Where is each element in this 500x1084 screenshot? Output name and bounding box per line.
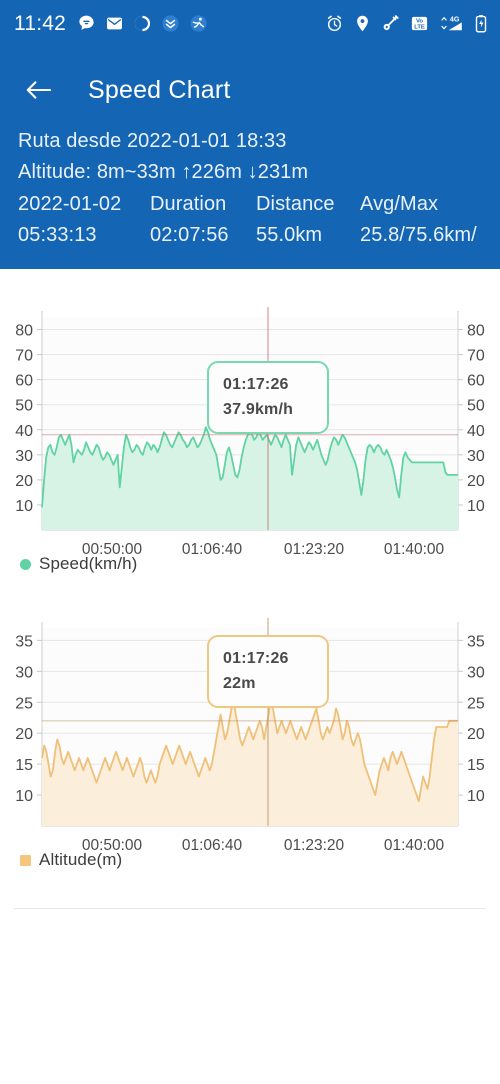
y-tick-label-right: 20 [467, 473, 485, 490]
y-tick-label-right: 10 [467, 788, 485, 805]
bottom-divider [14, 908, 486, 909]
stats-header-date: 2022-01-02 [18, 189, 150, 220]
altitude-tooltip-value: 22m [223, 671, 313, 696]
y-tick-label-left: 80 [15, 323, 33, 340]
app-bar-top-row: Speed Chart [0, 62, 500, 118]
altitude-legend-marker-icon [20, 855, 31, 866]
back-button[interactable] [22, 73, 56, 107]
x-tick-label: 01:06:40 [182, 541, 243, 557]
accessibility-icon [189, 14, 208, 33]
y-tick-label-left: 70 [15, 348, 33, 365]
stats-value-distance: 55.0km [256, 220, 360, 251]
speed-tooltip-time: 01:17:26 [223, 372, 313, 397]
contrast-circle-icon [133, 14, 152, 33]
x-tick-label: 00:50:00 [82, 541, 143, 557]
battery-charging-icon [474, 14, 488, 33]
speed-chart-block: 10 10 20 20 30 30 40 40 50 50 60 60 70 70 80 80 00:50:00… [0, 297, 500, 574]
stats-table: 2022-01-02 Duration Distance Avg/Max 05:… [18, 189, 482, 251]
y-tick-label-left: 30 [15, 664, 33, 681]
x-tick-label: 01:23:20 [284, 837, 345, 853]
stats-value-time: 05:33:13 [18, 220, 150, 251]
x-tick-label: 00:50:00 [82, 837, 143, 853]
y-tick-label-left: 50 [15, 398, 33, 415]
y-tick-label-right: 40 [467, 423, 485, 440]
y-tick-label-left: 30 [15, 448, 33, 465]
stats-header-distance: Distance [256, 189, 360, 220]
key-icon [381, 14, 401, 33]
y-tick-label-left: 25 [15, 695, 33, 712]
route-date-line: Ruta desde 2022-01-01 18:33 [18, 126, 482, 157]
y-tick-label-left: 20 [15, 726, 33, 743]
altitude-chart[interactable]: 10 10 15 15 20 20 25 25 30 30 35 35 00:50:00 01:06:40… [14, 608, 486, 853]
email-icon [105, 14, 124, 33]
charts-content: 10 10 20 20 30 30 40 40 50 50 60 60 70 70 80 80 00:50:00… [0, 269, 500, 909]
signal-4g-icon: 4G [438, 14, 465, 33]
x-tick-label: 01:06:40 [182, 837, 243, 853]
speed-legend-label: Speed(km/h) [39, 554, 137, 574]
location-pin-icon [353, 14, 372, 33]
altitude-tooltip: 01:17:26 22m [207, 635, 329, 708]
speed-tooltip: 01:17:26 37.9km/h [207, 361, 329, 434]
status-left-icons [77, 14, 208, 33]
y-tick-label-left: 15 [15, 757, 33, 774]
x-tick-label: 01:23:20 [284, 541, 345, 557]
y-tick-label-right: 10 [467, 498, 485, 515]
y-tick-label-right: 35 [467, 633, 485, 650]
stats-value-avgmax: 25.8/75.6km/ [360, 220, 482, 251]
speed-legend[interactable]: Speed(km/h) [0, 554, 500, 574]
altitude-summary-line: Altitude: 8m~33m ↑226m ↓231m [18, 157, 482, 188]
altitude-tooltip-time: 01:17:26 [223, 646, 313, 671]
top-spacer [0, 269, 500, 297]
altitude-legend[interactable]: Altitude(m) [0, 850, 500, 870]
alarm-clock-icon [325, 14, 344, 33]
y-tick-label-right: 70 [467, 348, 485, 365]
speed-chart[interactable]: 10 10 20 20 30 30 40 40 50 50 60 60 70 70 80 80 00:50:00… [14, 297, 486, 557]
speed-tooltip-value: 37.9km/h [223, 397, 313, 422]
svg-text:4G: 4G [450, 15, 460, 23]
arrow-left-icon [25, 78, 53, 102]
speed-legend-marker-icon [20, 559, 31, 570]
y-tick-label-right: 20 [467, 726, 485, 743]
y-tick-label-right: 15 [467, 757, 485, 774]
stats-header-avgmax: Avg/Max [360, 189, 482, 220]
svg-text:LTE: LTE [414, 24, 425, 30]
status-right-icons: Vo LTE 4G [325, 14, 488, 33]
y-tick-label-right: 30 [467, 448, 485, 465]
x-tick-label: 01:40:00 [384, 837, 445, 853]
y-tick-label-right: 25 [467, 695, 485, 712]
status-bar: 11:42 [0, 0, 500, 46]
altitude-chart-block: 10 10 15 15 20 20 25 25 30 30 35 35 00:50:00 01:06:40… [0, 608, 500, 870]
y-tick-label-right: 30 [467, 664, 485, 681]
y-tick-label-left: 10 [15, 788, 33, 805]
stats-value-duration: 02:07:56 [150, 220, 256, 251]
stats-header-duration: Duration [150, 189, 256, 220]
page-title: Speed Chart [88, 76, 231, 105]
volte-icon: Vo LTE [410, 14, 429, 33]
altitude-legend-label: Altitude(m) [39, 850, 122, 870]
status-time: 11:42 [14, 13, 66, 34]
chart-gap-spacer [0, 574, 500, 608]
y-tick-label-left: 35 [15, 633, 33, 650]
y-tick-label-right: 60 [467, 373, 485, 390]
y-tick-label-right: 50 [467, 398, 485, 415]
app-bar: Speed Chart Ruta desde 2022-01-01 18:33 … [0, 46, 500, 269]
y-tick-label-left: 60 [15, 373, 33, 390]
chat-bubble-icon [77, 14, 96, 33]
double-chevron-down-icon [161, 14, 180, 33]
y-tick-label-left: 10 [15, 498, 33, 515]
y-tick-label-left: 40 [15, 423, 33, 440]
route-summary: Ruta desde 2022-01-01 18:33 Altitude: 8m… [0, 118, 500, 269]
y-tick-label-right: 80 [467, 323, 485, 340]
x-tick-label: 01:40:00 [384, 541, 445, 557]
y-tick-label-left: 20 [15, 473, 33, 490]
